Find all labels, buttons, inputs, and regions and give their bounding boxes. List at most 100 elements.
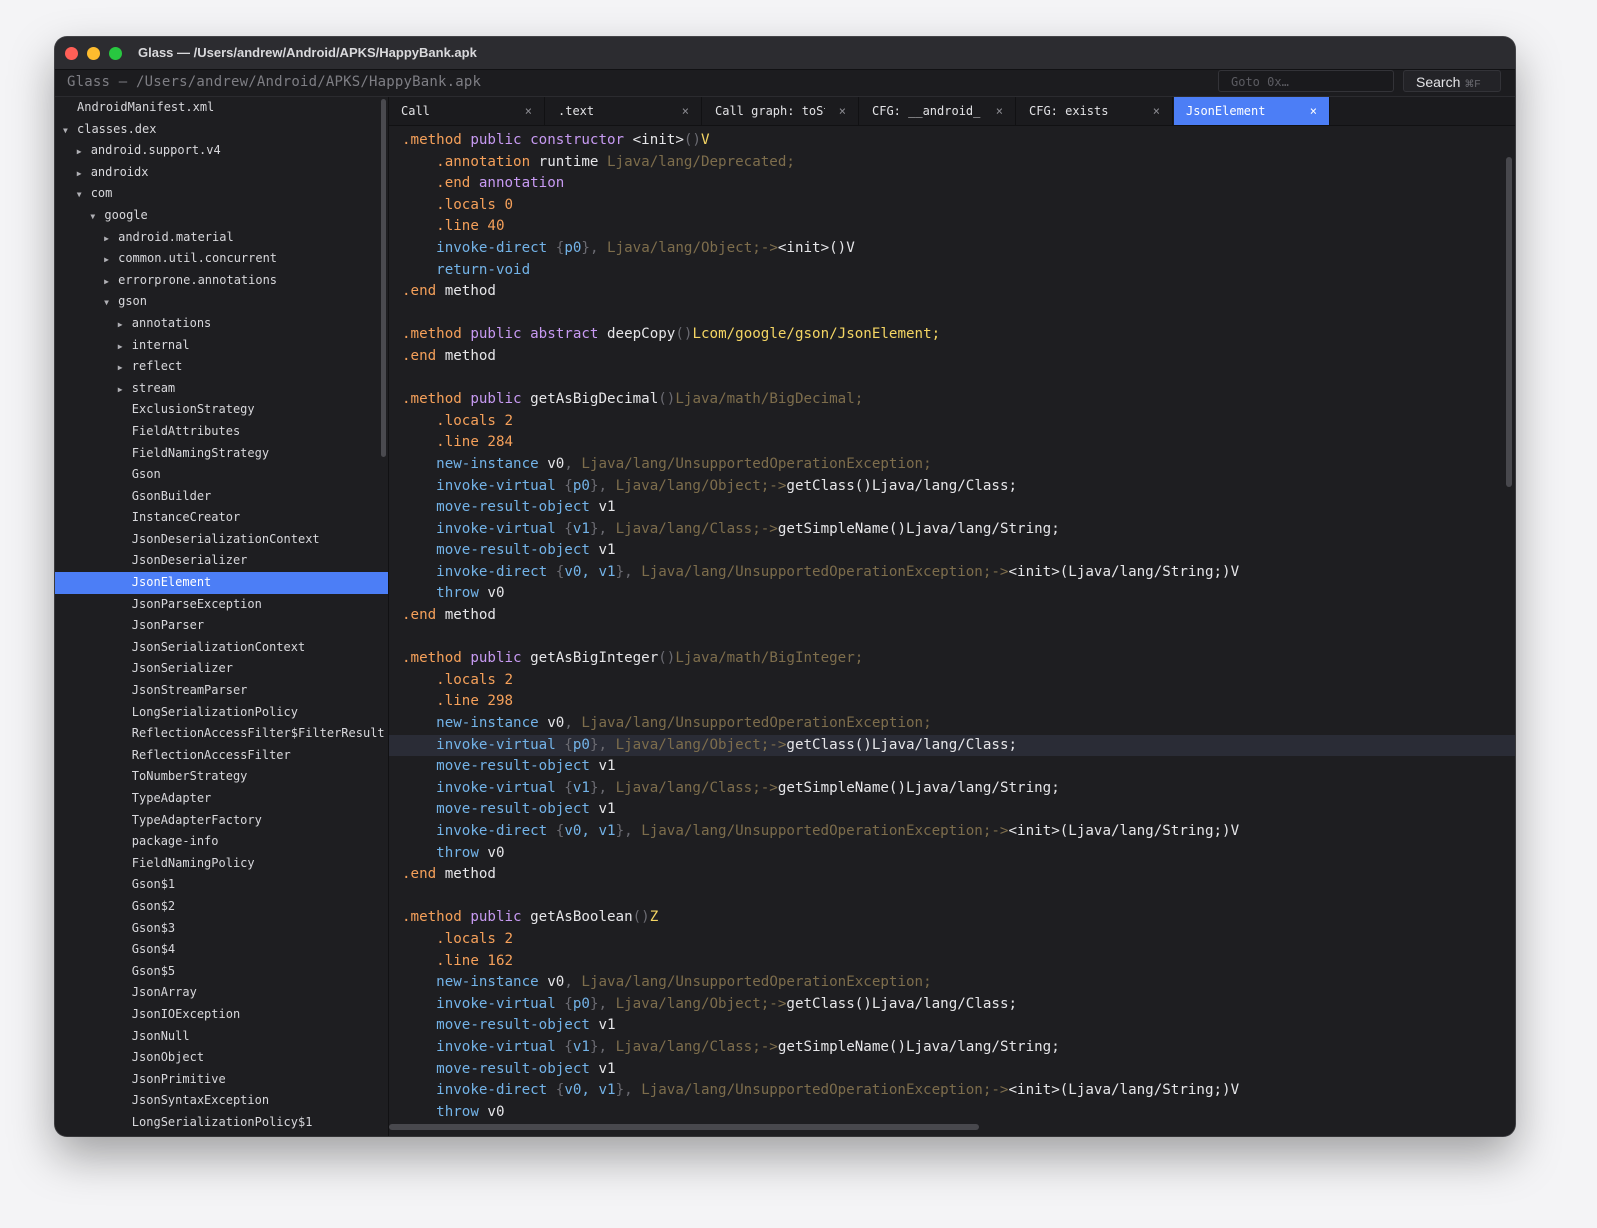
- editor-tab[interactable]: Call ×: [389, 97, 545, 125]
- code-line[interactable]: new-instance v0, Ljava/lang/UnsupportedO…: [389, 454, 1515, 476]
- goto-address-input[interactable]: Goto 0x…: [1218, 70, 1394, 92]
- code-line[interactable]: [389, 368, 1515, 390]
- disclosure-collapsed-icon[interactable]: ▶: [118, 379, 132, 401]
- code-line[interactable]: [389, 303, 1515, 325]
- code-line[interactable]: .line 40: [389, 216, 1515, 238]
- editor-tab[interactable]: CFG: exists ×: [1017, 97, 1173, 125]
- disclosure-expanded-icon[interactable]: ▼: [104, 292, 118, 314]
- code-line[interactable]: .annotation runtime Ljava/lang/Deprecate…: [389, 152, 1515, 174]
- tree-item[interactable]: JsonDeserializer: [55, 550, 388, 572]
- tree-item[interactable]: Gson$1: [55, 874, 388, 896]
- code-line[interactable]: move-result-object v1: [389, 756, 1515, 778]
- disclosure-collapsed-icon[interactable]: ▶: [77, 141, 91, 163]
- tab-close-icon[interactable]: ×: [996, 97, 1003, 125]
- tree-item[interactable]: package-info: [55, 831, 388, 853]
- code-line[interactable]: throw v0: [389, 843, 1515, 865]
- code-line[interactable]: .end annotation: [389, 173, 1515, 195]
- tree-item[interactable]: InstanceCreator: [55, 507, 388, 529]
- code-line[interactable]: invoke-virtual {v1}, Ljava/lang/Class;->…: [389, 1037, 1515, 1059]
- tree-item[interactable]: Gson$4: [55, 939, 388, 961]
- code-line[interactable]: move-result-object v1: [389, 540, 1515, 562]
- tree-item[interactable]: JsonPrimitive: [55, 1069, 388, 1091]
- tree-item[interactable]: JsonDeserializationContext: [55, 529, 388, 551]
- disclosure-collapsed-icon[interactable]: ▶: [104, 249, 118, 271]
- code-line[interactable]: throw v0: [389, 583, 1515, 605]
- code-line[interactable]: move-result-object v1: [389, 497, 1515, 519]
- disclosure-collapsed-icon[interactable]: ▶: [118, 314, 132, 336]
- tree-item[interactable]: JsonParser: [55, 615, 388, 637]
- tree-item[interactable]: JsonElement: [55, 572, 388, 594]
- code-line[interactable]: move-result-object v1: [389, 1015, 1515, 1037]
- tree-item[interactable]: TypeAdapter: [55, 788, 388, 810]
- tree-item[interactable]: ▶ common.util.concurrent: [55, 248, 388, 270]
- code-line[interactable]: [389, 886, 1515, 908]
- code-line[interactable]: .method public constructor <init>()V: [389, 130, 1515, 152]
- editor-tab[interactable]: CFG: __android_ ×: [860, 97, 1016, 125]
- tree-item[interactable]: LongSerializationPolicy$1: [55, 1112, 388, 1134]
- tree-item[interactable]: JsonIOException: [55, 1004, 388, 1026]
- search-button[interactable]: Search ⌘F: [1403, 70, 1501, 92]
- tree-item[interactable]: ToNumberStrategy: [55, 766, 388, 788]
- code-line[interactable]: invoke-direct {v0, v1}, Ljava/lang/Unsup…: [389, 562, 1515, 584]
- code-line[interactable]: return-void: [389, 260, 1515, 282]
- code-line[interactable]: invoke-virtual {p0}, Ljava/lang/Object;-…: [389, 994, 1515, 1016]
- code-line[interactable]: .method public getAsBigInteger()Ljava/ma…: [389, 648, 1515, 670]
- tree-item[interactable]: FieldNamingStrategy: [55, 443, 388, 465]
- disclosure-collapsed-icon[interactable]: ▶: [104, 228, 118, 250]
- tree-item[interactable]: TypeAdapterFactory: [55, 810, 388, 832]
- code-line[interactable]: move-result-object v1: [389, 799, 1515, 821]
- code-line[interactable]: invoke-virtual {p0}, Ljava/lang/Object;-…: [389, 734, 1515, 757]
- tree-item[interactable]: ReflectionAccessFilter: [55, 745, 388, 767]
- code-line[interactable]: .line 284: [389, 432, 1515, 454]
- tree-item[interactable]: ▼ com: [55, 183, 388, 205]
- tab-close-icon[interactable]: ×: [1153, 97, 1160, 125]
- tab-close-icon[interactable]: ×: [839, 97, 846, 125]
- tree-item[interactable]: ▶ android.material: [55, 227, 388, 249]
- tab-close-icon[interactable]: ×: [682, 97, 689, 125]
- disclosure-collapsed-icon[interactable]: ▶: [118, 357, 132, 379]
- tree-item[interactable]: ▶ androidx: [55, 162, 388, 184]
- code-line[interactable]: .line 162: [389, 951, 1515, 973]
- code-line[interactable]: .end method: [389, 605, 1515, 627]
- tree-item[interactable]: JsonSerializer: [55, 658, 388, 680]
- tree-item[interactable]: ▶ reflect: [55, 356, 388, 378]
- tree-item[interactable]: Gson$2: [55, 896, 388, 918]
- disclosure-collapsed-icon[interactable]: ▶: [118, 336, 132, 358]
- code-line[interactable]: .locals 2: [389, 929, 1515, 951]
- tree-item[interactable]: JsonSerializationContext: [55, 637, 388, 659]
- tree-item[interactable]: JsonParseException: [55, 594, 388, 616]
- tree-item[interactable]: FieldNamingPolicy: [55, 853, 388, 875]
- code-line[interactable]: new-instance v0, Ljava/lang/UnsupportedO…: [389, 972, 1515, 994]
- tree-item[interactable]: ▼ gson: [55, 291, 388, 313]
- sidebar-scrollbar[interactable]: [381, 99, 386, 457]
- tree-item[interactable]: Gson$3: [55, 918, 388, 940]
- tree-item[interactable]: AndroidManifest.xml: [55, 97, 388, 119]
- tree-item[interactable]: ▶ internal: [55, 335, 388, 357]
- tree-item[interactable]: Gson$5: [55, 961, 388, 983]
- tree-item[interactable]: JsonStreamParser: [55, 680, 388, 702]
- code-line[interactable]: throw v0: [389, 1102, 1515, 1124]
- code-line[interactable]: invoke-direct {v0, v1}, Ljava/lang/Unsup…: [389, 1080, 1515, 1102]
- code-line[interactable]: invoke-virtual {p0}, Ljava/lang/Object;-…: [389, 476, 1515, 498]
- minimize-window-button[interactable]: [87, 47, 100, 60]
- close-window-button[interactable]: [65, 47, 78, 60]
- tree-item[interactable]: ▶ android.support.v4: [55, 140, 388, 162]
- code-line[interactable]: .locals 2: [389, 411, 1515, 433]
- code-line[interactable]: .method public getAsBigDecimal()Ljava/ma…: [389, 389, 1515, 411]
- code-line[interactable]: .line 298: [389, 691, 1515, 713]
- disclosure-expanded-icon[interactable]: ▼: [90, 206, 104, 228]
- code-line[interactable]: .method public getAsBoolean()Z: [389, 907, 1515, 929]
- zoom-window-button[interactable]: [109, 47, 122, 60]
- disclosure-expanded-icon[interactable]: ▼: [63, 120, 77, 142]
- editor-tab[interactable]: JsonElement ×: [1174, 97, 1330, 125]
- code-line[interactable]: move-result-object v1: [389, 1059, 1515, 1081]
- tab-close-icon[interactable]: ×: [1310, 97, 1317, 125]
- tab-close-icon[interactable]: ×: [525, 97, 532, 125]
- editor-horizontal-scrollbar[interactable]: [389, 1124, 979, 1130]
- disclosure-expanded-icon[interactable]: ▼: [77, 184, 91, 206]
- code-line[interactable]: .end method: [389, 346, 1515, 368]
- tree-item[interactable]: LongSerializationPolicy: [55, 702, 388, 724]
- tree-item[interactable]: JsonArray: [55, 982, 388, 1004]
- disclosure-collapsed-icon[interactable]: ▶: [104, 271, 118, 293]
- tree-item[interactable]: ExclusionStrategy: [55, 399, 388, 421]
